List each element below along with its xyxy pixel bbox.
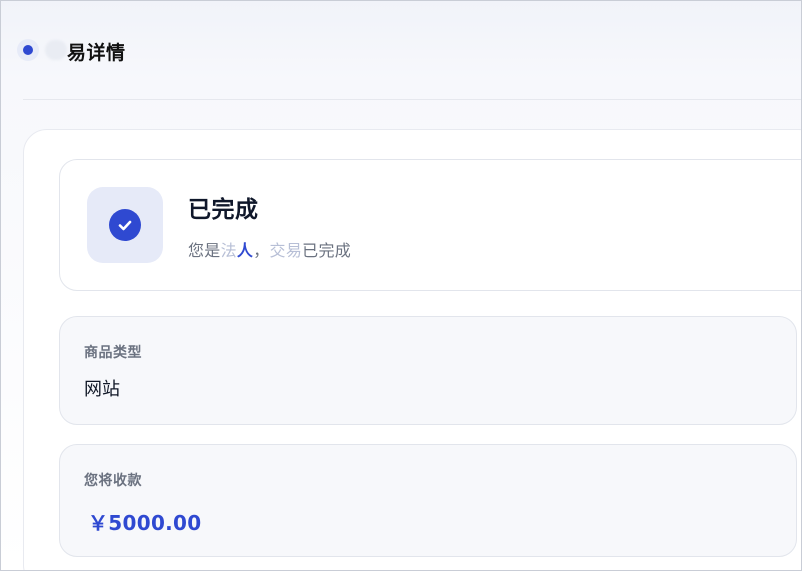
check-mark-icon <box>118 220 132 231</box>
status-desc-suffix: 已完成 <box>302 241 352 260</box>
page-title: 易详情 <box>67 42 126 64</box>
status-desc-separator: ， <box>253 241 270 260</box>
status-icon-container <box>87 187 163 263</box>
status-desc-mask-c: 交 <box>269 241 286 260</box>
status-description: 您是法人，交易已完成 <box>188 237 351 261</box>
receive-amount-value: ￥5000.00 <box>88 511 202 535</box>
status-desc-mask-b: 人 <box>236 241 254 260</box>
status-card <box>59 159 801 291</box>
blurred-title-fragment <box>45 40 67 60</box>
back-indicator-icon[interactable] <box>17 39 39 61</box>
indicator-dot <box>23 45 33 55</box>
product-type-label: 商品类型 <box>84 345 142 361</box>
status-desc-prefix: 您是 <box>188 241 221 260</box>
product-type-value: 网站 <box>84 379 120 400</box>
product-type-card: 商品类型 网站 <box>59 316 797 425</box>
header-bar: 易详情 <box>1 1 801 99</box>
status-desc-mask-d: 易 <box>285 241 303 260</box>
receive-amount-card: 您将收款 ￥5000.00 <box>59 444 797 557</box>
check-circle-icon <box>109 209 141 241</box>
status-title: 已完成 <box>188 197 259 223</box>
status-desc-mask-a: 法 <box>220 241 237 260</box>
receive-amount-label: 您将收款 <box>84 473 142 489</box>
window-frame: 易详情 已完成 您是法人，交易已完成 商品类型 网站 您将收款 ￥5000.00 <box>0 0 802 571</box>
header-divider <box>23 99 801 100</box>
